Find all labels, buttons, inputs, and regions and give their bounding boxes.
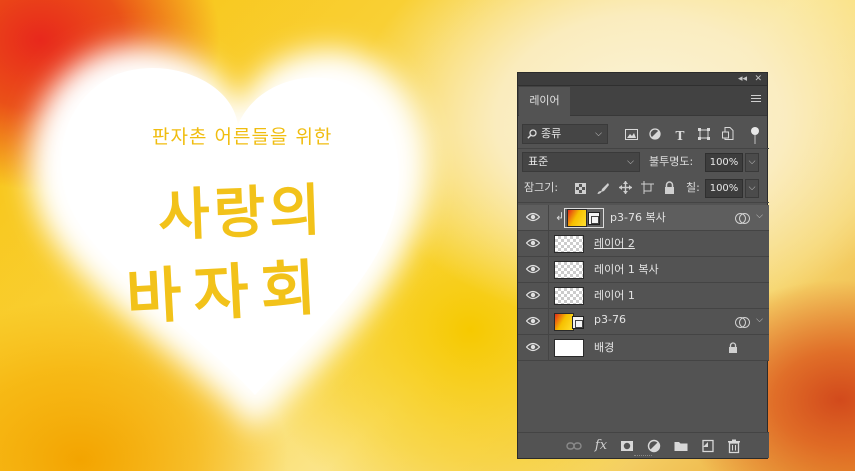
divider <box>518 202 769 203</box>
chevron-down-icon[interactable]: ⌵ <box>756 211 763 221</box>
prevent-auto-nesting-icon[interactable] <box>641 181 654 194</box>
fill-label: 칠: <box>686 181 700 194</box>
layer-effects-icon[interactable] <box>735 315 750 329</box>
lock-all-icon[interactable] <box>664 181 675 194</box>
fill-input[interactable]: 100% <box>705 179 743 198</box>
layer-thumbnail <box>554 235 584 253</box>
artwork-subtitle: 판자촌 어른들을 위한 <box>152 126 333 148</box>
search-icon <box>527 129 537 139</box>
smart-object-badge-icon <box>572 316 584 329</box>
visibility-eye-icon[interactable] <box>526 316 540 326</box>
adjustment-filter-icon[interactable] <box>649 128 661 140</box>
blend-row: 표준 ⌵ 불투명도: 100% ⌵ <box>518 150 769 176</box>
lock-image-pixels-icon[interactable] <box>597 182 609 194</box>
layer-thumbnail <box>554 287 584 305</box>
visibility-eye-icon[interactable] <box>526 290 540 300</box>
link-layers-icon[interactable] <box>566 438 582 454</box>
new-layer-icon[interactable] <box>700 438 716 454</box>
layer-effects-icon[interactable] <box>735 211 750 225</box>
collapse-panel-icon[interactable]: ◂◂ <box>738 73 747 86</box>
blend-mode-select[interactable]: 표준 ⌵ <box>522 152 640 172</box>
divider <box>518 148 769 149</box>
layer-name[interactable]: 레이어 1 <box>594 287 635 303</box>
shape-filter-icon[interactable] <box>698 128 710 140</box>
layer-name[interactable]: 배경 <box>594 339 614 355</box>
layer-row[interactable]: ↲ p3-76 복사 ⌵ <box>518 205 769 231</box>
filter-row: 종류 ⌵ T <box>518 123 769 149</box>
artwork-title-line2: 바자회 <box>124 252 330 334</box>
lock-row: 잠그기: 칠: 100% ⌵ <box>518 176 769 202</box>
layer-thumbnail <box>554 339 584 357</box>
opacity-dropdown-button[interactable]: ⌵ <box>745 153 759 172</box>
clipping-mask-arrow-icon: ↲ <box>555 210 565 223</box>
visibility-eye-icon[interactable] <box>526 264 540 274</box>
artwork-title-line1: 사랑의 <box>157 178 326 249</box>
smart-object-filter-icon[interactable] <box>722 127 734 140</box>
panel-title-bar[interactable]: ◂◂ ✕ <box>518 73 767 86</box>
new-group-icon[interactable] <box>673 438 689 454</box>
layer-thumbnail <box>554 261 584 279</box>
new-adjustment-icon[interactable] <box>646 438 662 454</box>
delete-layer-icon[interactable] <box>726 438 742 454</box>
layer-name[interactable]: p3-76 복사 <box>610 209 666 225</box>
lock-label: 잠그기: <box>524 181 559 194</box>
visibility-eye-icon[interactable] <box>526 238 540 248</box>
visibility-eye-icon[interactable] <box>526 212 540 222</box>
type-filter-icon[interactable]: T <box>672 128 688 144</box>
lock-icon <box>729 342 737 353</box>
filter-kind-select[interactable]: 종류 ⌵ <box>522 124 608 144</box>
opacity-input[interactable]: 100% <box>705 153 743 172</box>
tab-layers[interactable]: 레이어 <box>519 87 570 116</box>
layer-row[interactable]: 레이어 1 <box>518 283 769 309</box>
layer-row[interactable]: 레이어 1 복사 <box>518 257 769 283</box>
layer-row[interactable]: 배경 <box>518 335 769 361</box>
layer-thumbnail <box>567 209 587 227</box>
visibility-eye-icon[interactable] <box>526 342 540 352</box>
layer-name[interactable]: 레이어 2 <box>594 235 635 251</box>
layer-row[interactable]: 레이어 2 <box>518 231 769 257</box>
layers-bottom-toolbar: fx <box>518 432 769 458</box>
fill-dropdown-button[interactable]: ⌵ <box>745 179 759 198</box>
layers-panel: ◂◂ ✕ 레이어 종류 ⌵ T 표준 ⌵ 불투명도: 100% ⌵ 잠그기: 칠… <box>517 72 769 459</box>
blend-mode-value: 표준 <box>528 155 549 168</box>
layer-name[interactable]: p3-76 <box>594 313 626 326</box>
layer-row[interactable]: p3-76 ⌵ <box>518 309 769 335</box>
add-mask-icon[interactable] <box>619 438 635 454</box>
panel-tab-row: 레이어 <box>518 86 767 116</box>
chevron-down-icon: ⌵ <box>595 129 602 139</box>
layer-thumbnail <box>554 313 574 331</box>
fx-icon[interactable]: fx <box>593 438 609 454</box>
smart-object-badge-icon <box>588 212 600 225</box>
panel-resize-grip[interactable] <box>634 455 652 457</box>
layer-name[interactable]: 레이어 1 복사 <box>594 261 659 277</box>
chevron-down-icon[interactable]: ⌵ <box>756 315 763 325</box>
opacity-label: 불투명도: <box>649 155 694 168</box>
lock-transparent-pixels-icon[interactable] <box>575 183 586 194</box>
image-filter-icon[interactable] <box>625 129 638 140</box>
close-panel-icon[interactable]: ✕ <box>754 73 762 86</box>
layers-list: ↲ p3-76 복사 ⌵ 레이어 2 레이어 1 복사 레이어 1 p3-76 … <box>518 205 769 361</box>
filter-toggle[interactable] <box>751 127 759 145</box>
lock-position-icon[interactable] <box>619 181 632 194</box>
filter-kind-value: 종류 <box>541 127 562 140</box>
chevron-down-icon: ⌵ <box>627 157 634 167</box>
panel-menu-icon[interactable] <box>751 95 761 104</box>
